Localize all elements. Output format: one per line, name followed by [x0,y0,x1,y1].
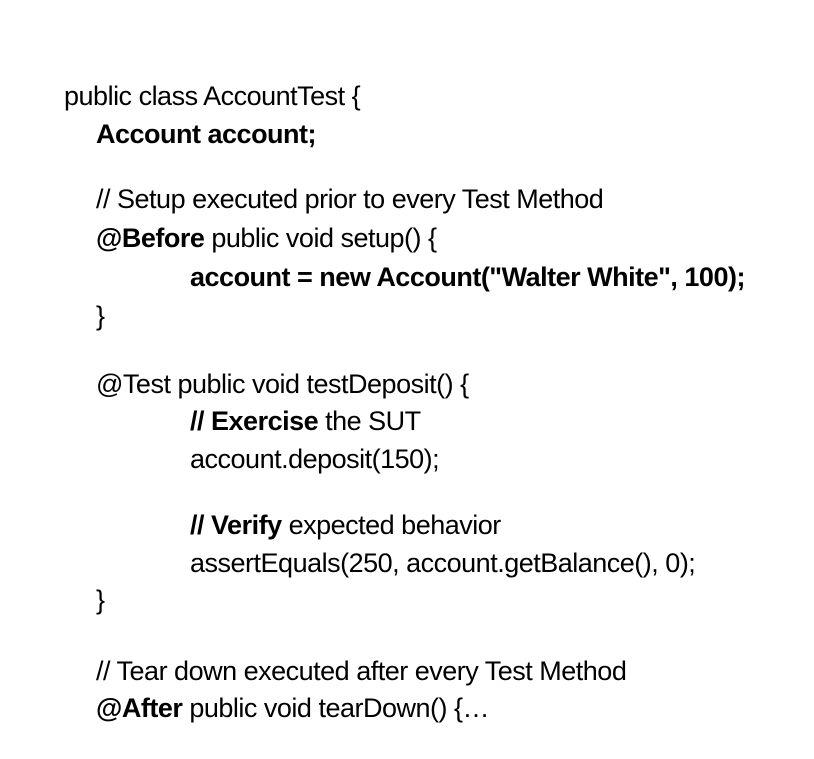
close-brace-setup: } [96,301,105,331]
deposit-call-text: account.deposit(150); [190,444,440,474]
code-line-deposit-call: account.deposit(150); [148,408,440,474]
account-assignment-text: account = new Account("Walter White", 10… [190,262,745,292]
code-line-close-brace-test: } [54,549,105,615]
code-line-teardown-method: @After public void tearDown() {… [54,657,489,723]
code-line-setup-method: @Before public void setup() { [54,187,437,253]
close-brace-test: } [96,585,105,615]
code-line-field-declaration: Account account; [54,83,317,149]
code-line-test-method: @Test public void testDeposit() { [54,333,469,399]
code-line-setup-comment: // Setup executed prior to every Test Me… [54,148,604,214]
code-line-class-declaration: public class AccountTest { [22,45,361,111]
code-line-verify-comment: // Verify expected behavior [148,474,501,540]
code-figure: public class AccountTest { Account accou… [0,0,814,723]
code-line-teardown-comment: // Tear down executed after every Test M… [54,620,627,686]
teardown-signature-text: public void tearDown() {… [182,693,489,723]
field-declaration-text: Account account; [96,119,317,149]
after-annotation: @After [96,693,183,723]
assert-call-text: assertEquals(250, account.getBalance(), … [190,548,696,578]
code-line-close-brace-setup: } [54,265,105,331]
code-line-assert-call: assertEquals(250, account.getBalance(), … [148,512,696,578]
code-line-account-assignment: account = new Account("Walter White", 10… [148,226,745,292]
code-line-exercise-comment: // Exercise the SUT [148,370,421,436]
